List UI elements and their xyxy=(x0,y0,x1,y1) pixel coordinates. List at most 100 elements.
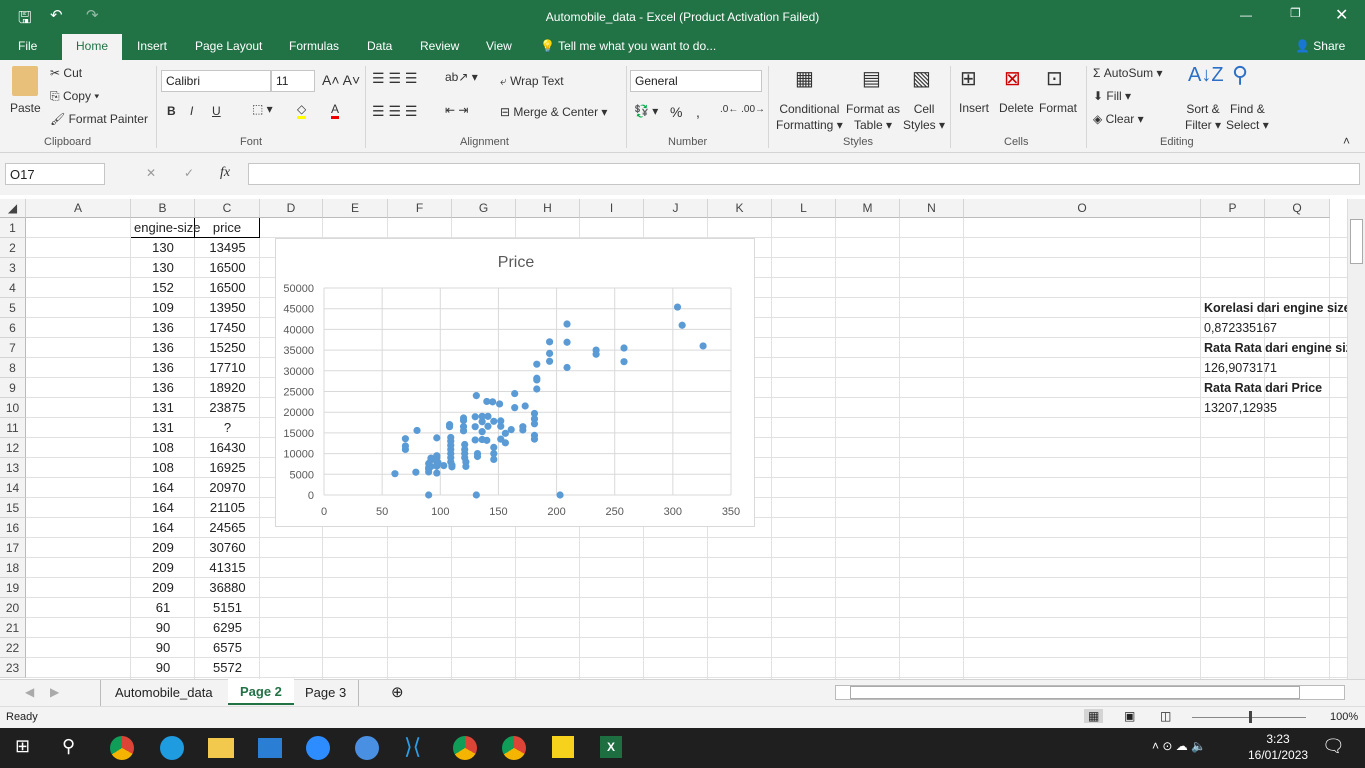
table-cell[interactable]: 136 xyxy=(131,358,195,378)
share-button[interactable]: 👤 Share xyxy=(1295,39,1345,53)
row-header-20[interactable]: 20 xyxy=(0,598,26,618)
formula-input[interactable] xyxy=(248,163,1360,185)
data-point[interactable] xyxy=(490,443,498,451)
sheet-tab-page-2[interactable]: Page 2 xyxy=(228,679,294,705)
new-sheet-icon[interactable]: ⊕ xyxy=(391,683,404,701)
name-box[interactable]: O17 xyxy=(5,163,105,185)
data-point[interactable] xyxy=(478,418,486,426)
data-point[interactable] xyxy=(533,376,541,384)
row-header-8[interactable]: 8 xyxy=(0,358,26,378)
table-cell[interactable]: 6295 xyxy=(195,618,260,638)
row-header-21[interactable]: 21 xyxy=(0,618,26,638)
data-point[interactable] xyxy=(530,435,539,443)
table-cell[interactable]: 131 xyxy=(131,398,195,418)
data-point[interactable] xyxy=(678,321,686,329)
sheet-tab-page-3[interactable]: Page 3 xyxy=(293,680,360,706)
chrome-profile-icon[interactable] xyxy=(453,736,477,760)
format-button[interactable]: Format xyxy=(1039,101,1077,115)
enter-icon[interactable]: ✓ xyxy=(184,166,194,180)
table-cell[interactable]: 41315 xyxy=(195,558,260,578)
table-cell[interactable]: 136 xyxy=(131,378,195,398)
table-cell[interactable]: 209 xyxy=(131,538,195,558)
data-point[interactable] xyxy=(545,357,554,365)
decimal-icons[interactable]: .0← .00→ xyxy=(720,104,765,115)
table-cell[interactable]: 24565 xyxy=(195,518,260,538)
paste-button[interactable]: Paste xyxy=(10,101,41,115)
row-header-16[interactable]: 16 xyxy=(0,518,26,538)
table-cell[interactable]: 16430 xyxy=(195,438,260,458)
table-cell[interactable]: 108 xyxy=(131,438,195,458)
italic-button[interactable]: I xyxy=(190,104,193,118)
row-header-15[interactable]: 15 xyxy=(0,498,26,518)
select-all-corner[interactable]: ◢ xyxy=(0,199,26,218)
table-cell[interactable]: 109 xyxy=(131,298,195,318)
data-point[interactable] xyxy=(484,412,492,420)
table-cell[interactable]: 108 xyxy=(131,458,195,478)
column-header-I[interactable]: I xyxy=(580,199,644,218)
comma-button[interactable]: , xyxy=(696,104,700,120)
tab-file[interactable]: File xyxy=(18,39,37,53)
accounting-icon[interactable]: 💱 ▾ xyxy=(634,104,658,118)
data-point[interactable] xyxy=(478,428,486,436)
row-header-2[interactable]: 2 xyxy=(0,238,26,258)
excel-icon[interactable]: X xyxy=(600,736,622,758)
table-cell[interactable]: 5572 xyxy=(195,658,260,678)
result-cell[interactable]: Rata Rata dari Price xyxy=(1201,378,1347,398)
data-point[interactable] xyxy=(413,426,421,435)
cancel-icon[interactable]: ✕ xyxy=(146,166,156,180)
collapse-ribbon-icon[interactable]: ˄ xyxy=(1343,134,1350,148)
table-cell[interactable]: 17450 xyxy=(195,318,260,338)
conditional-formatting-button[interactable]: Conditional Formatting ▾ xyxy=(776,101,843,133)
orientation-icon[interactable]: ab↗ ▾ xyxy=(445,70,478,84)
data-point[interactable] xyxy=(401,445,409,454)
find-select-button[interactable]: Find & Select ▾ xyxy=(1226,101,1269,133)
row-header-18[interactable]: 18 xyxy=(0,558,26,578)
table-cell[interactable]: 131 xyxy=(131,418,195,438)
data-point[interactable] xyxy=(412,468,420,476)
row-header-3[interactable]: 3 xyxy=(0,258,26,278)
underline-button[interactable]: U xyxy=(212,104,221,118)
merge-center-button[interactable]: ⊟ Merge & Center ▾ xyxy=(500,105,607,119)
paste-icon[interactable] xyxy=(12,66,38,96)
column-header-B[interactable]: B xyxy=(131,199,195,218)
tab-insert[interactable]: Insert xyxy=(137,39,167,53)
data-point[interactable] xyxy=(507,425,515,434)
row-header-11[interactable]: 11 xyxy=(0,418,26,438)
column-header-Q[interactable]: Q xyxy=(1265,199,1330,218)
table-cell[interactable]: 130 xyxy=(131,258,195,278)
column-header-H[interactable]: H xyxy=(516,199,580,218)
horizontal-align-icons[interactable]: ☰ ☰ ☰ xyxy=(372,103,417,120)
data-point[interactable] xyxy=(673,303,682,311)
column-header-L[interactable]: L xyxy=(772,199,836,218)
data-point[interactable] xyxy=(545,338,554,346)
data-point[interactable] xyxy=(473,452,482,461)
row-header-7[interactable]: 7 xyxy=(0,338,26,358)
data-point[interactable] xyxy=(563,363,571,372)
table-cell[interactable]: 23875 xyxy=(195,398,260,418)
data-point[interactable] xyxy=(462,462,470,471)
data-point[interactable] xyxy=(545,349,554,358)
row-header-23[interactable]: 23 xyxy=(0,658,26,678)
tab-page-layout[interactable]: Page Layout xyxy=(195,39,262,53)
table-cell[interactable]: 13950 xyxy=(195,298,260,318)
data-point[interactable] xyxy=(472,491,480,499)
row-header-5[interactable]: 5 xyxy=(0,298,26,318)
vertical-align-icons[interactable]: ☰ ☰ ☰ xyxy=(372,70,417,87)
scrollbar-thumb[interactable] xyxy=(1350,219,1363,264)
table-cell[interactable]: 13495 xyxy=(195,238,260,258)
format-painter-button[interactable]: 🖌 Format Painter xyxy=(50,112,148,126)
data-point[interactable] xyxy=(433,434,441,442)
grow-font-icon[interactable]: A˄ A˅ xyxy=(322,72,360,88)
file-explorer-icon[interactable] xyxy=(208,738,234,758)
data-point[interactable] xyxy=(472,392,480,400)
row-header-13[interactable]: 13 xyxy=(0,458,26,478)
data-point[interactable] xyxy=(511,404,519,412)
table-cell[interactable]: 16500 xyxy=(195,278,260,298)
tray-icons[interactable]: ˄ ⊙ ☁ 🔈 xyxy=(1152,739,1206,753)
data-point[interactable] xyxy=(391,470,399,478)
data-point[interactable] xyxy=(401,435,409,443)
row-header-17[interactable]: 17 xyxy=(0,538,26,558)
result-cell[interactable]: Rata Rata dari engine size xyxy=(1201,338,1347,358)
tab-review[interactable]: Review xyxy=(420,39,459,53)
data-point[interactable] xyxy=(433,469,441,477)
